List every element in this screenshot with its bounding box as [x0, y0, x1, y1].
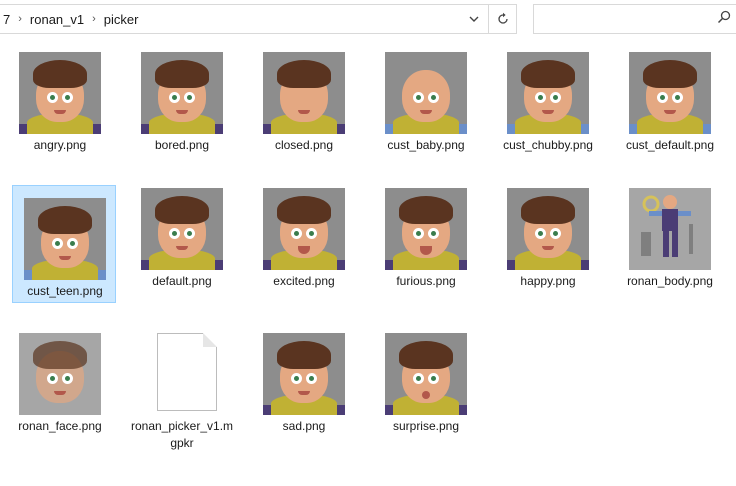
- file-name: ronan_face.png: [18, 419, 102, 433]
- file-item-selected[interactable]: cust_teen.png: [12, 185, 116, 303]
- image-thumbnail: [385, 188, 467, 270]
- image-thumbnail: [263, 333, 345, 415]
- search-box[interactable]: [533, 4, 736, 34]
- file-item[interactable]: ronan_body.png: [618, 176, 722, 294]
- image-thumbnail: [263, 188, 345, 270]
- file-item[interactable]: surprise.png: [374, 321, 478, 439]
- image-thumbnail: [24, 198, 106, 280]
- image-thumbnail: [507, 188, 589, 270]
- file-name: surprise.png: [392, 419, 460, 433]
- file-name: ronan_picker_v1.mgpkr: [130, 419, 234, 450]
- file-name: default.png: [152, 274, 212, 288]
- image-thumbnail: [19, 52, 101, 134]
- file-name: cust_default.png: [625, 138, 715, 152]
- search-icon[interactable]: [717, 10, 731, 29]
- file-name: happy.png: [520, 274, 576, 288]
- file-item[interactable]: ronan_picker_v1.mgpkr: [130, 321, 234, 450]
- breadcrumb-partial[interactable]: 7: [0, 12, 14, 27]
- chevron-down-icon[interactable]: [460, 5, 488, 33]
- file-item[interactable]: default.png: [130, 176, 234, 294]
- file-name: cust_baby.png: [387, 138, 465, 152]
- document-icon: [157, 333, 217, 411]
- search-input[interactable]: [540, 9, 710, 29]
- file-item[interactable]: furious.png: [374, 176, 478, 294]
- file-name: bored.png: [154, 138, 210, 152]
- file-item[interactable]: ronan_face.png: [8, 321, 112, 439]
- image-thumbnail: [19, 333, 101, 415]
- file-item[interactable]: cust_baby.png: [374, 40, 478, 158]
- image-thumbnail: [629, 188, 711, 270]
- file-item[interactable]: cust_chubby.png: [496, 40, 600, 158]
- file-item[interactable]: excited.png: [252, 176, 356, 294]
- file-item[interactable]: angry.png: [8, 40, 112, 158]
- image-thumbnail: [141, 52, 223, 134]
- file-item[interactable]: sad.png: [252, 321, 356, 439]
- image-thumbnail: [385, 333, 467, 415]
- file-item[interactable]: cust_default.png: [618, 40, 722, 158]
- image-thumbnail: [385, 52, 467, 134]
- file-name: ronan_body.png: [627, 274, 713, 288]
- chevron-right-icon[interactable]: ›: [88, 13, 100, 25]
- file-name: furious.png: [396, 274, 456, 288]
- file-name: cust_teen.png: [27, 284, 103, 298]
- image-thumbnail: [141, 188, 223, 270]
- file-name: cust_chubby.png: [503, 138, 593, 152]
- breadcrumb-ronan-v1[interactable]: ronan_v1: [26, 12, 88, 27]
- file-name: excited.png: [273, 274, 335, 288]
- file-item[interactable]: closed.png: [252, 40, 356, 158]
- address-toolbar: 7 › ronan_v1 › picker: [0, 0, 736, 38]
- file-item[interactable]: happy.png: [496, 176, 600, 294]
- image-thumbnail: [263, 52, 345, 134]
- file-grid: angry.png bored.png closed.png cust_baby…: [0, 40, 736, 486]
- image-thumbnail: [629, 52, 711, 134]
- file-item[interactable]: bored.png: [130, 40, 234, 158]
- file-name: sad.png: [282, 419, 326, 433]
- file-name: closed.png: [274, 138, 334, 152]
- refresh-icon[interactable]: [488, 5, 516, 33]
- chevron-right-icon[interactable]: ›: [14, 13, 26, 25]
- address-bar[interactable]: 7 › ronan_v1 › picker: [0, 4, 517, 34]
- file-name: angry.png: [33, 138, 87, 152]
- breadcrumb-picker[interactable]: picker: [100, 12, 143, 27]
- image-thumbnail: [507, 52, 589, 134]
